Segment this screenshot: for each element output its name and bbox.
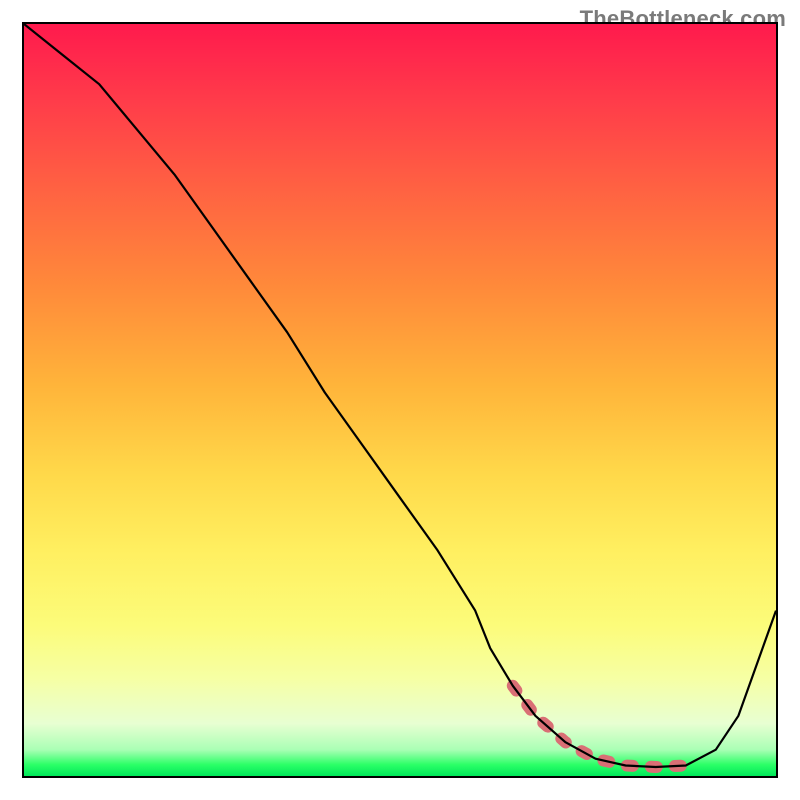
curve-overlay: [24, 24, 776, 776]
bottleneck-curve-line: [24, 24, 776, 767]
optimal-region-marker: [513, 686, 686, 767]
bottleneck-chart: TheBottleneck.com: [0, 0, 800, 800]
plot-area: [22, 22, 778, 778]
